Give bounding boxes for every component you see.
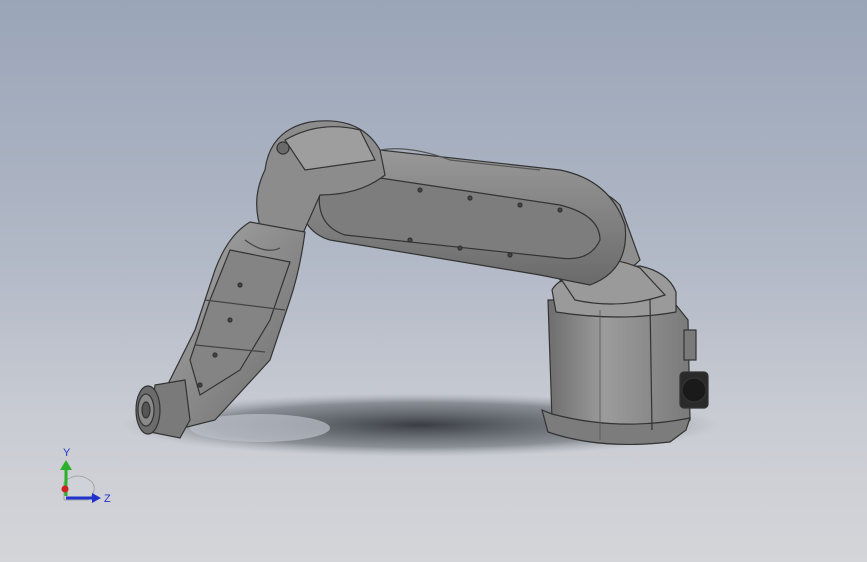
x-axis-icon — [61, 485, 69, 493]
graphics-viewport[interactable]: Y Z — [0, 0, 867, 562]
triad-base-icon — [63, 475, 95, 501]
robot-arm-model[interactable] — [0, 0, 867, 562]
triad-y-label: Y — [63, 447, 71, 459]
triad-z-label: Z — [104, 493, 111, 505]
coordinate-triad: Y Z — [60, 447, 111, 505]
robot-wrist — [135, 379, 191, 439]
